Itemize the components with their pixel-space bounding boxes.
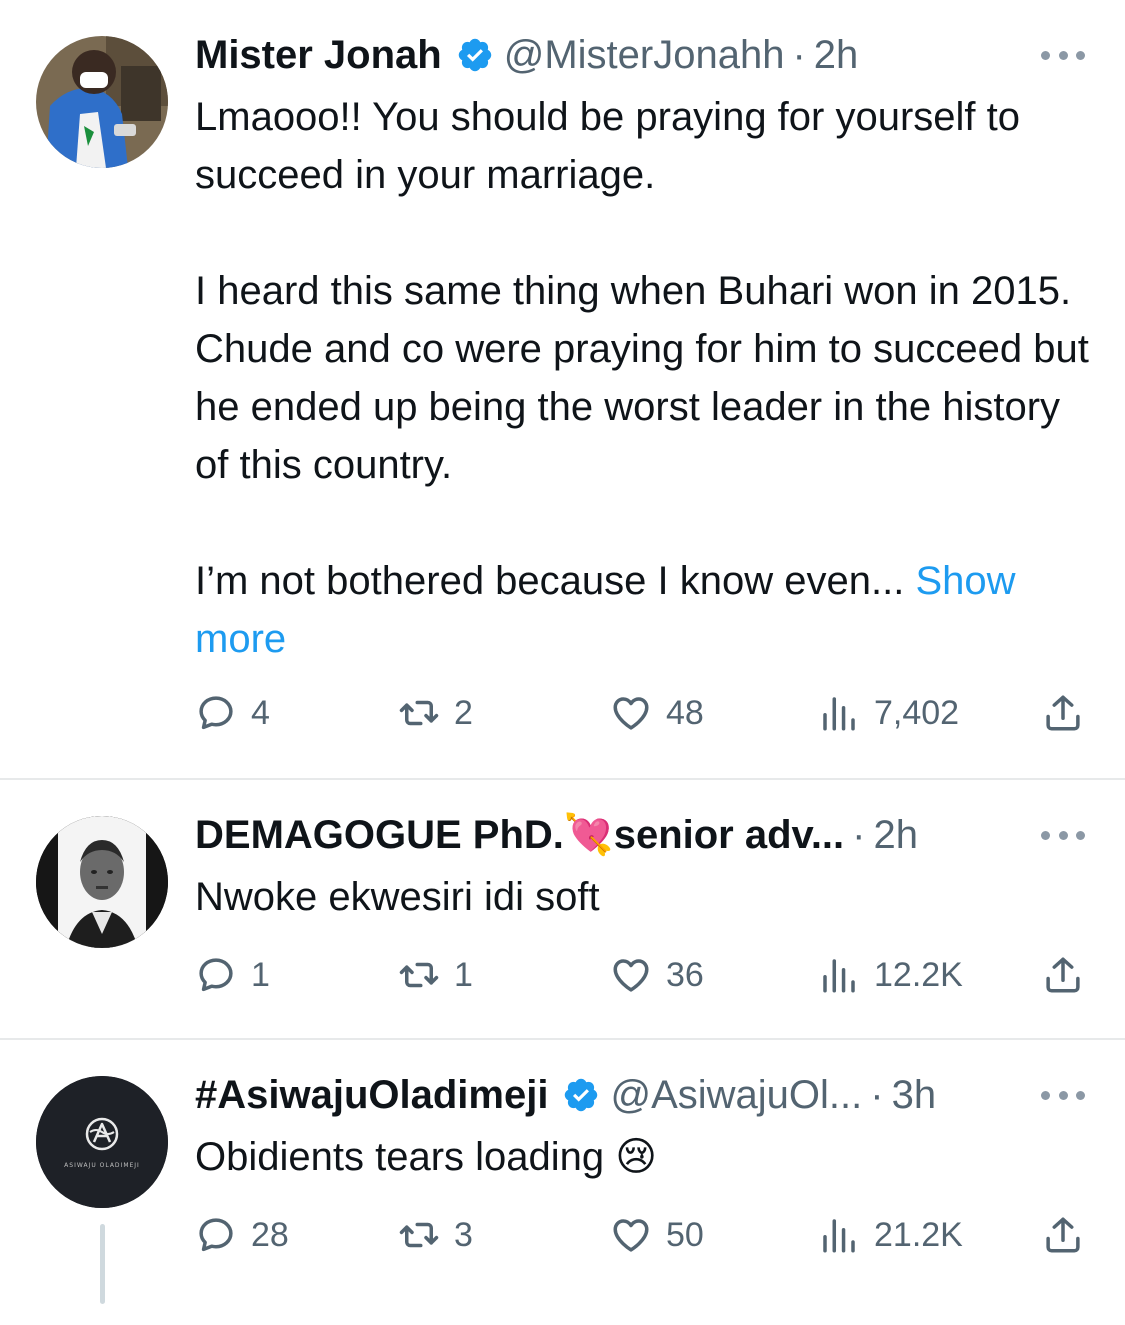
share-icon	[1046, 957, 1080, 993]
retweet-icon	[399, 700, 439, 726]
share-button[interactable]	[1042, 688, 1098, 738]
views-count: 21.2K	[874, 1215, 963, 1254]
views-chart-icon	[823, 697, 855, 731]
action-bar: 1 1 36 12.2K	[0, 950, 1125, 1000]
retweet-count: 1	[454, 955, 473, 994]
more-options-icon[interactable]	[1041, 829, 1085, 841]
reply-icon	[199, 958, 233, 992]
tweet-1[interactable]: Mister Jonah @MisterJonahh · 2h Lmaooo!!…	[0, 0, 1125, 780]
like-button[interactable]: 36	[610, 950, 704, 1000]
reply-icon	[199, 696, 233, 730]
separator-dot: ·	[792, 33, 806, 77]
like-button[interactable]: 50	[610, 1210, 704, 1260]
username-handle[interactable]: @MisterJonahh	[504, 30, 785, 80]
tweet-text: Nwoke ekwesiri idi soft	[195, 868, 1095, 926]
reply-button[interactable]: 4	[195, 688, 270, 738]
tweet-paragraph: I heard this same thing when Buhari won …	[195, 269, 1089, 487]
like-count: 48	[666, 693, 704, 732]
retweet-icon	[399, 962, 439, 988]
avatar[interactable]	[36, 36, 168, 168]
avatar[interactable]	[36, 816, 168, 948]
tweet-header: Mister Jonah @MisterJonahh · 2h	[195, 30, 1045, 80]
verified-badge-icon	[458, 38, 491, 72]
reply-count: 4	[251, 693, 270, 732]
action-bar: 28 3 50 21.2K	[0, 1210, 1125, 1260]
reply-count: 1	[251, 955, 270, 994]
share-button[interactable]	[1042, 950, 1098, 1000]
retweet-count: 3	[454, 1215, 473, 1254]
avatar[interactable]: ASIWAJU OLADIMEJI	[36, 1076, 168, 1208]
display-name[interactable]: #AsiwajuOladimeji	[195, 1070, 548, 1120]
like-count: 36	[666, 955, 704, 994]
share-icon	[1046, 1217, 1080, 1253]
reply-count: 28	[251, 1215, 289, 1254]
like-count: 50	[666, 1215, 704, 1254]
retweet-count: 2	[454, 693, 473, 732]
views-count: 7,402	[874, 693, 960, 732]
timestamp[interactable]: 3h	[892, 1070, 937, 1120]
tweet-text: Lmaooo!! You should be praying for yours…	[195, 88, 1095, 668]
like-button[interactable]: 48	[610, 688, 704, 738]
tweet-header: #AsiwajuOladimeji @AsiwajuOl... · 3h	[195, 1070, 1045, 1120]
tweet-header: DEMAGOGUE PhD.💘senior adv... · 2h	[195, 810, 1045, 860]
separator-dot: ·	[852, 813, 866, 857]
display-name[interactable]: DEMAGOGUE PhD.💘senior adv...	[195, 810, 844, 860]
reply-icon	[199, 1218, 233, 1252]
reply-button[interactable]: 1	[195, 950, 270, 1000]
more-options-icon[interactable]	[1041, 1089, 1085, 1101]
tweet-paragraph: I’m not bothered because I know even...	[195, 559, 905, 603]
share-icon	[1046, 695, 1080, 731]
username-handle[interactable]: @AsiwajuOl...	[610, 1070, 862, 1120]
share-button[interactable]	[1042, 1210, 1098, 1260]
tweet-paragraph: Obidients tears loading 😢	[195, 1135, 657, 1179]
display-name[interactable]: Mister Jonah	[195, 30, 442, 80]
tweet-2[interactable]: DEMAGOGUE PhD.💘senior adv... · 2h Nwoke …	[0, 780, 1125, 1040]
heart-icon	[613, 959, 649, 992]
timestamp[interactable]: 2h	[874, 810, 919, 860]
reply-button[interactable]: 28	[195, 1210, 289, 1260]
avatar-caption: ASIWAJU OLADIMEJI	[64, 1162, 140, 1169]
views-button[interactable]: 12.2K	[818, 950, 963, 1000]
tweet-paragraph: Nwoke ekwesiri idi soft	[195, 875, 600, 919]
views-button[interactable]: 7,402	[818, 688, 959, 738]
separator-dot: ·	[870, 1073, 884, 1117]
views-chart-icon	[823, 959, 855, 993]
retweet-button[interactable]: 1	[398, 950, 473, 1000]
views-chart-icon	[823, 1219, 855, 1253]
action-bar: 4 2 48 7,402	[0, 688, 1125, 738]
tweet-3[interactable]: ASIWAJU OLADIMEJI #AsiwajuOladimeji @Asi…	[0, 1040, 1125, 1325]
tweet-text: Obidients tears loading 😢	[195, 1128, 1095, 1186]
retweet-button[interactable]: 3	[398, 1210, 473, 1260]
retweet-icon	[399, 1222, 439, 1248]
heart-icon	[613, 697, 649, 730]
heart-icon	[613, 1219, 649, 1252]
retweet-button[interactable]: 2	[398, 688, 473, 738]
views-button[interactable]: 21.2K	[818, 1210, 963, 1260]
timestamp[interactable]: 2h	[814, 30, 859, 80]
more-options-icon[interactable]	[1041, 49, 1085, 61]
verified-badge-icon	[565, 1078, 598, 1112]
views-count: 12.2K	[874, 955, 963, 994]
tweet-paragraph: Lmaooo!! You should be praying for yours…	[195, 95, 1020, 197]
